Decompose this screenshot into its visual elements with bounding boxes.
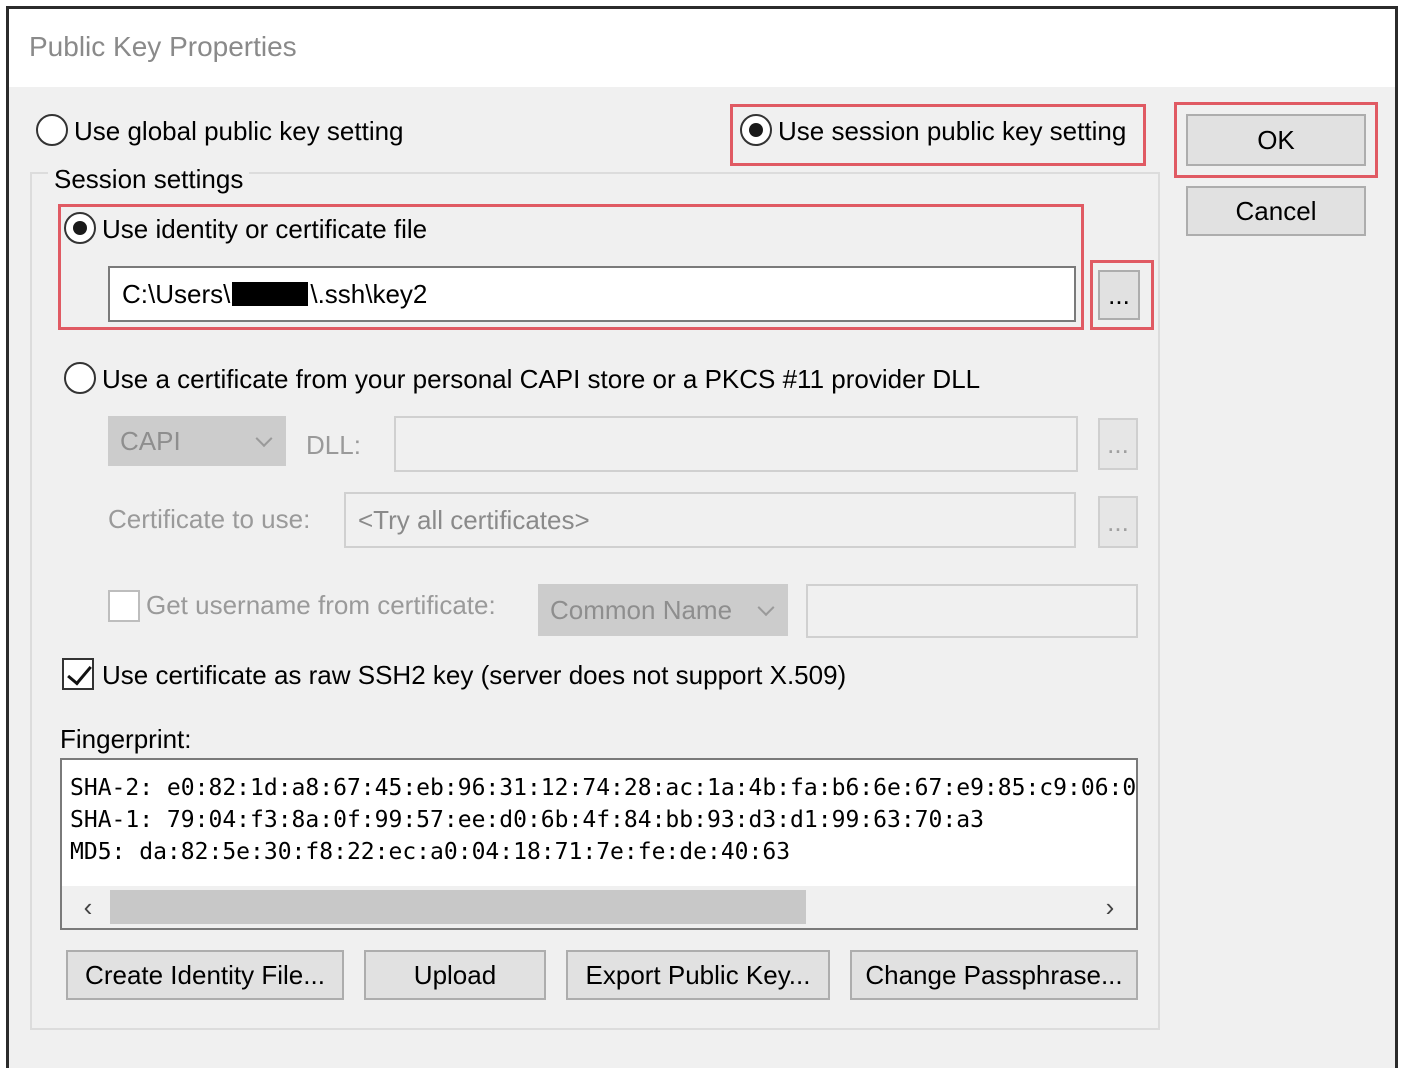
horizontal-scrollbar[interactable]: ‹ › <box>62 886 1136 928</box>
chevron-down-icon <box>255 430 273 448</box>
session-key-highlight <box>730 104 1146 166</box>
fingerprint-sha2: SHA-2: e0:82:1d:a8:67:45:eb:96:31:12:74:… <box>70 775 1138 801</box>
window-title: Public Key Properties <box>29 31 297 62</box>
raw-ssh2-label: Use certificate as raw SSH2 key (server … <box>102 660 847 690</box>
username-from-cert-label: Get username from certificate: <box>146 590 496 620</box>
certificate-input[interactable]: <Try all certificates> <box>344 492 1076 548</box>
scroll-thumb[interactable] <box>110 890 806 924</box>
username-from-cert-checkbox[interactable] <box>108 590 140 622</box>
global-key-label: Use global public key setting <box>74 116 404 146</box>
scroll-right-icon[interactable]: › <box>1090 890 1130 924</box>
raw-ssh2-checkbox[interactable] <box>62 658 94 690</box>
fingerprint-sha1: SHA-1: 79:04:f3:8a:0f:99:57:ee:d0:6b:4f:… <box>70 807 984 833</box>
provider-select-value: CAPI <box>120 425 181 456</box>
create-identity-file-button[interactable]: Create Identity File... <box>66 950 344 1000</box>
dll-label: DLL: <box>306 430 361 460</box>
fingerprint-label: Fingerprint: <box>60 724 192 754</box>
provider-select[interactable]: CAPI <box>108 416 286 466</box>
certificate-browse-button[interactable]: ... <box>1098 496 1138 548</box>
scroll-left-icon[interactable]: ‹ <box>68 890 108 924</box>
capi-label: Use a certificate from your personal CAP… <box>102 364 981 394</box>
username-source-select[interactable]: Common Name <box>538 584 788 636</box>
upload-button[interactable]: Upload <box>364 950 546 1000</box>
cancel-button[interactable]: Cancel <box>1186 186 1366 236</box>
dll-browse-button[interactable]: ... <box>1098 418 1138 470</box>
export-public-key-button[interactable]: Export Public Key... <box>566 950 830 1000</box>
certificate-value: <Try all certificates> <box>358 504 590 535</box>
certificate-label: Certificate to use: <box>108 504 311 534</box>
change-passphrase-button[interactable]: Change Passphrase... <box>850 950 1138 1000</box>
title-bar: Public Key Properties <box>9 9 1395 87</box>
fingerprint-lines: SHA-2: e0:82:1d:a8:67:45:eb:96:31:12:74:… <box>70 772 1138 868</box>
capi-radio[interactable] <box>64 362 96 394</box>
fingerprint-md5: MD5: da:82:5e:30:f8:22:ec:a0:04:18:71:7e… <box>70 839 791 865</box>
global-key-radio[interactable] <box>36 114 68 146</box>
dll-input[interactable] <box>394 416 1078 472</box>
username-source-input[interactable] <box>806 584 1138 638</box>
browse-highlight <box>1090 260 1154 330</box>
session-settings-caption: Session settings <box>48 164 250 195</box>
ok-highlight <box>1174 102 1378 178</box>
fingerprint-box[interactable]: SHA-2: e0:82:1d:a8:67:45:eb:96:31:12:74:… <box>60 758 1138 930</box>
username-source-value: Common Name <box>550 594 733 625</box>
identity-file-highlight <box>58 204 1084 330</box>
chevron-down-icon <box>757 599 775 617</box>
